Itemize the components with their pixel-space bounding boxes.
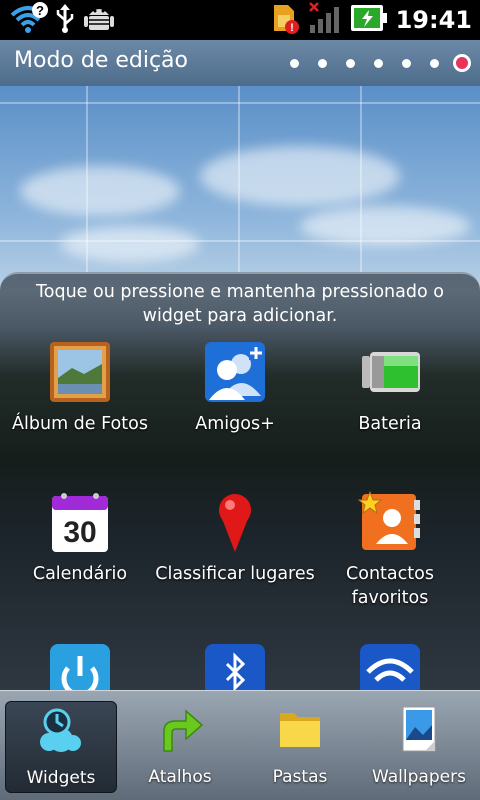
- no-signal-icon: [308, 1, 342, 39]
- page-dot[interactable]: [392, 58, 420, 68]
- shortcut-arrow-icon: [156, 705, 204, 753]
- edit-mode-title: Modo de edição: [14, 48, 189, 73]
- wallpaper-icon: [395, 705, 443, 753]
- photo-album-icon: [48, 340, 112, 404]
- page-dot[interactable]: [308, 58, 336, 68]
- wifi-toggle-icon: [358, 642, 422, 690]
- battery-widget-icon: [358, 340, 422, 404]
- widget-bluetooth[interactable]: [155, 642, 315, 690]
- page-dot[interactable]: [420, 58, 448, 68]
- tab-label: Widgets: [26, 768, 96, 788]
- page-dot[interactable]: [364, 58, 392, 68]
- page-indicator: [280, 40, 476, 86]
- widget-label: Amigos+: [195, 414, 275, 434]
- tab-widgets[interactable]: Widgets: [5, 701, 117, 793]
- tab-folders[interactable]: Pastas: [244, 701, 356, 793]
- svg-text:!: !: [290, 22, 294, 34]
- usb-icon: [54, 2, 76, 38]
- widget-battery[interactable]: Bateria: [310, 340, 470, 436]
- widget-label: Bateria: [358, 414, 422, 434]
- status-bar: ? ! 19:41: [0, 0, 480, 40]
- battery-charging-icon: [350, 3, 388, 37]
- widgets-icon: [37, 706, 85, 754]
- widget-label: Calendário: [32, 564, 128, 584]
- widget-calendar[interactable]: 30 Calendário: [0, 490, 160, 586]
- calendar-day: 30: [63, 516, 96, 549]
- wifi-question-icon: ?: [8, 1, 48, 39]
- favorite-contacts-icon: [357, 490, 422, 554]
- tab-label: Pastas: [272, 767, 328, 787]
- widget-label: Contactos favoritos: [346, 564, 434, 608]
- tab-label: Wallpapers: [372, 767, 466, 787]
- clock: 19:41: [395, 6, 472, 34]
- page-dot[interactable]: [336, 58, 364, 68]
- widget-favorite-contacts[interactable]: Contactos favoritos: [310, 490, 470, 610]
- android-debug-icon: [82, 1, 116, 39]
- panel-hint: Toque ou pressione e mantenha pressionad…: [36, 282, 444, 326]
- edit-mode-bar: Modo de edição: [0, 40, 480, 86]
- page-dot[interactable]: [280, 58, 308, 68]
- widget-label: Classificar lugares: [155, 564, 315, 584]
- friends-icon: [203, 340, 267, 404]
- tab-label: Atalhos: [148, 767, 212, 787]
- widget-rate-places[interactable]: Classificar lugares: [155, 490, 315, 586]
- widget-wifi[interactable]: [310, 642, 470, 690]
- tab-shortcuts[interactable]: Atalhos: [124, 701, 236, 793]
- bluetooth-icon: [203, 642, 267, 690]
- tab-wallpapers[interactable]: Wallpapers: [363, 701, 475, 793]
- widget-photo-album[interactable]: Álbum de Fotos: [0, 340, 160, 436]
- folder-icon: [276, 705, 324, 753]
- widget-power-control[interactable]: [0, 642, 160, 690]
- power-control-icon: [48, 642, 112, 690]
- svg-text:?: ?: [36, 3, 44, 18]
- bottom-tab-bar: Widgets Atalhos Pastas Wallpapers: [0, 690, 480, 800]
- map-pin-icon: [203, 490, 267, 554]
- sim-alert-icon: !: [270, 1, 300, 39]
- calendar-icon: 30: [48, 490, 112, 554]
- widget-label: Álbum de Fotos: [12, 414, 148, 434]
- widget-friends[interactable]: Amigos+: [155, 340, 315, 436]
- page-dot-active[interactable]: [448, 54, 476, 72]
- widget-panel: Toque ou pressione e mantenha pressionad…: [0, 272, 480, 690]
